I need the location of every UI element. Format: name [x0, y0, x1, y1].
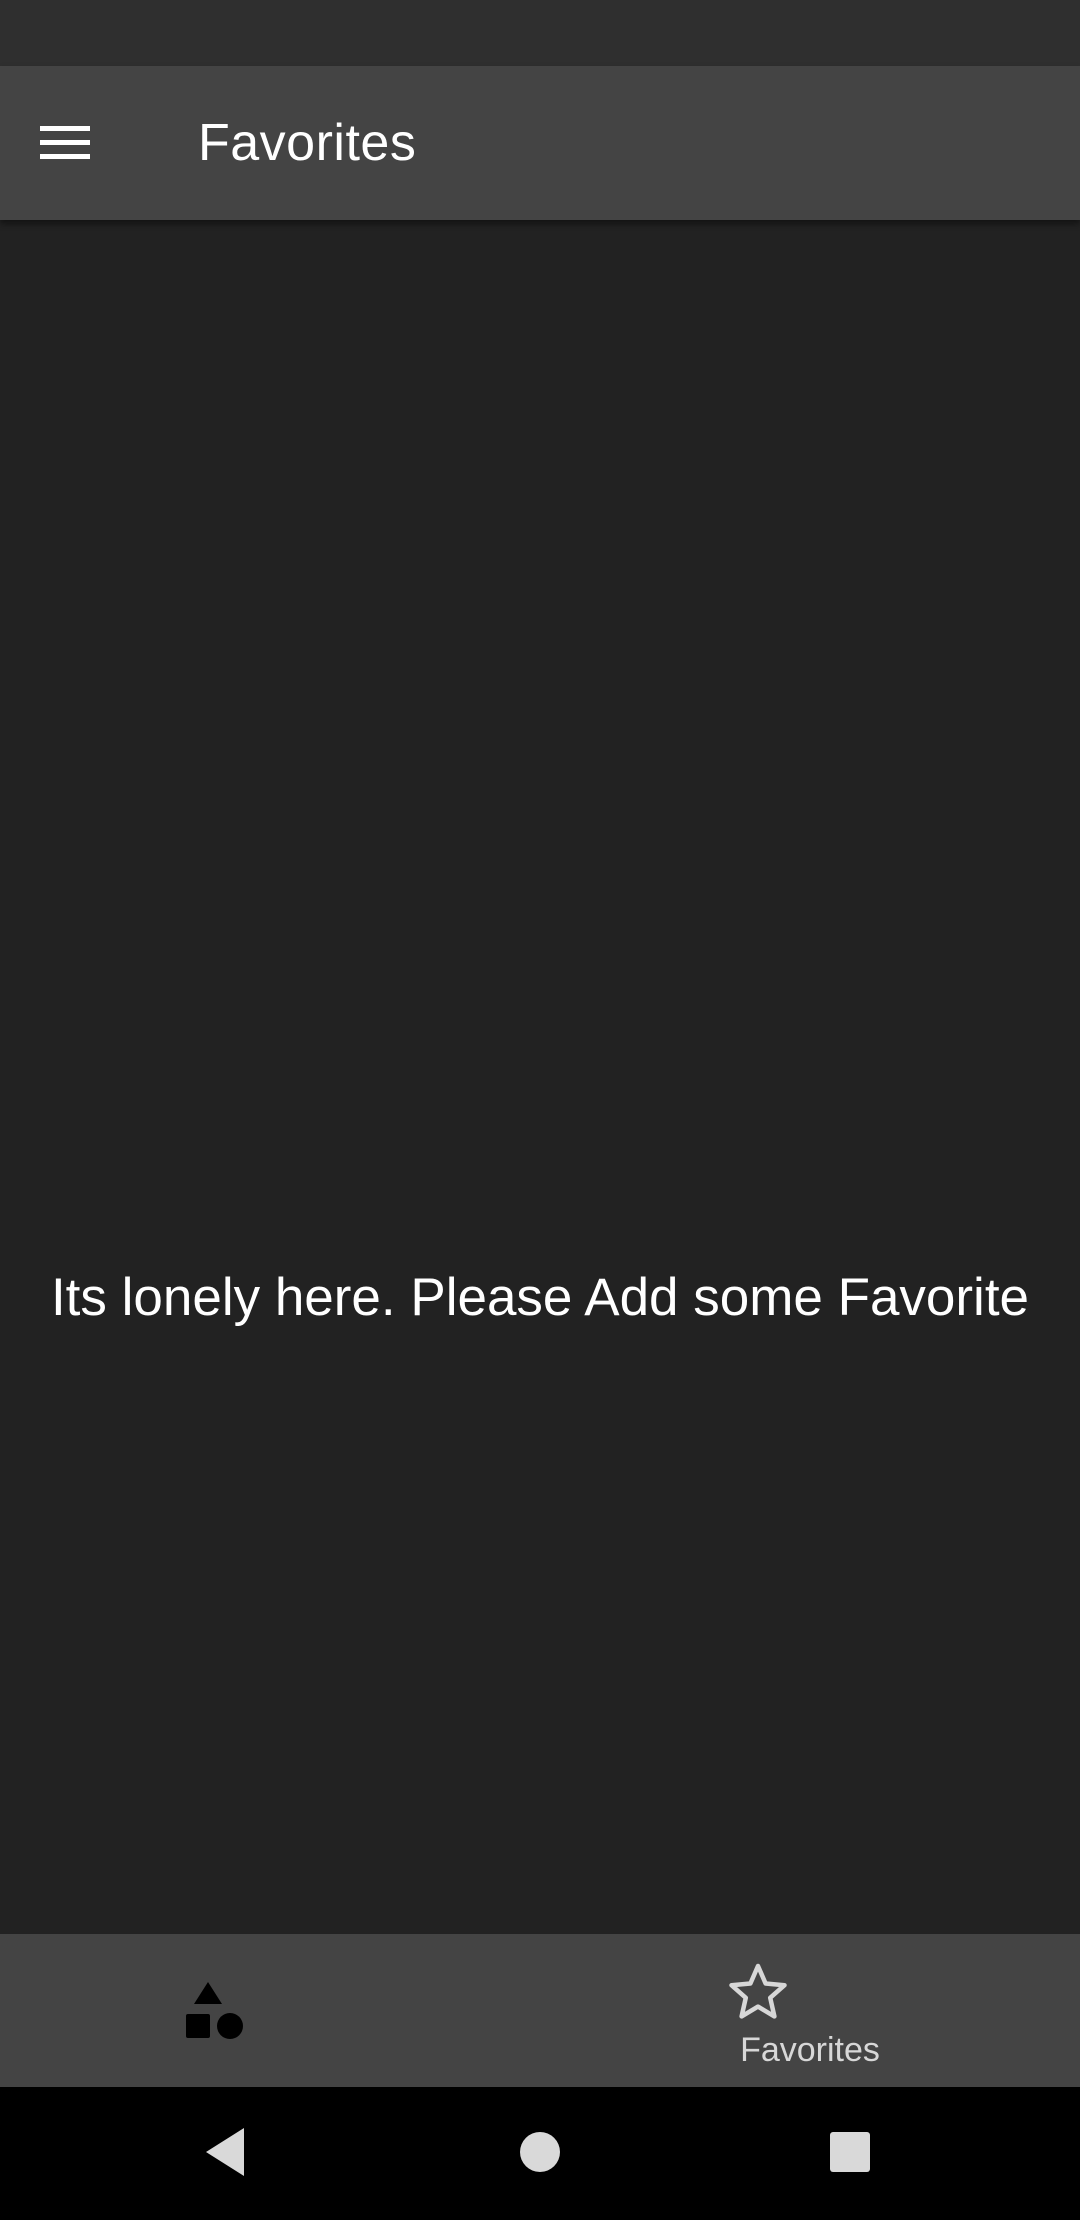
back-triangle-icon [206, 2128, 244, 2176]
categories-icon [186, 1982, 243, 2039]
nav-item-categories[interactable] [0, 1934, 540, 2087]
nav-item-favorites[interactable]: Favorites [540, 1934, 1080, 2087]
menu-button[interactable] [26, 103, 106, 183]
bottom-navigation: Favorites [0, 1934, 1080, 2087]
nav-item-label: Favorites [740, 2031, 880, 2069]
recents-square-icon [830, 2132, 870, 2172]
status-bar [0, 0, 1080, 66]
home-circle-icon [520, 2132, 560, 2172]
app-bar: Favorites [0, 66, 1080, 220]
back-button[interactable] [190, 2117, 260, 2187]
page-title: Favorites [198, 114, 417, 172]
home-button[interactable] [505, 2117, 575, 2187]
star-outline-icon [729, 1963, 787, 2019]
favorites-content: Its lonely here. Please Add some Favorit… [0, 220, 1080, 1934]
hamburger-menu-icon [40, 126, 90, 159]
system-navigation-bar [0, 2087, 1080, 2220]
recents-button[interactable] [815, 2117, 885, 2187]
empty-state-message: Its lonely here. Please Add some Favorit… [50, 1268, 1030, 1327]
screen: Favorites Its lonely here. Please Add so… [0, 0, 1080, 2220]
